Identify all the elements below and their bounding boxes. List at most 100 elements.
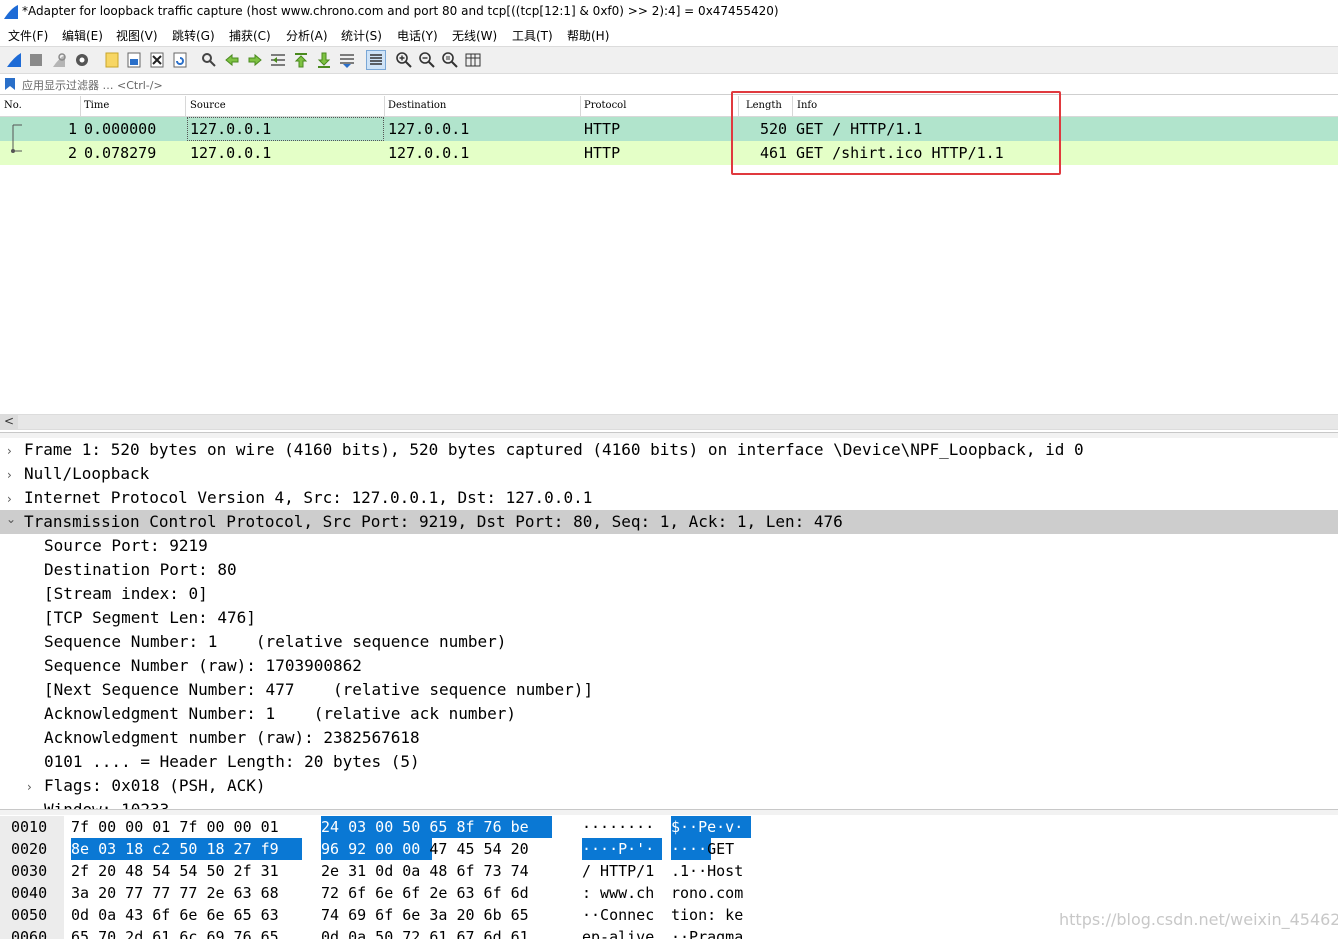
reload-file-button[interactable] [171, 51, 189, 69]
bytes-hex-right: 0d 0a 50 72 61 67 6d 61 [321, 928, 529, 939]
chevron-right-icon[interactable]: › [7, 444, 12, 458]
bytes-offset-cell: 0030 [0, 860, 64, 882]
bytes-row[interactable]: 0020 8e 03 18 c2 50 18 27 f9 96 92 00 00… [0, 838, 1338, 860]
first-packet-button[interactable] [292, 51, 310, 69]
tree-item-label: 0101 .... = Header Length: 20 bytes (5) [44, 752, 420, 771]
bytes-offset: 0050 [11, 906, 48, 924]
tree-item-field[interactable]: Acknowledgment Number: 1 (relative ack n… [0, 702, 1338, 726]
tree-item-field[interactable]: Sequence Number: 1 (relative sequence nu… [0, 630, 1338, 654]
packet-no: 1 [68, 120, 78, 138]
arrow-left-icon [225, 53, 239, 67]
go-back-button[interactable] [223, 51, 241, 69]
zoom-normal-button[interactable] [441, 51, 459, 69]
menu-view[interactable]: 视图(V) [116, 27, 158, 44]
bytes-ascii-left: ep-alive [582, 928, 655, 939]
menu-file[interactable]: 文件(F) [8, 27, 48, 44]
bytes-offset: 0040 [11, 884, 48, 902]
bytes-hex-right: 96 92 00 00 47 45 54 20 [321, 840, 529, 858]
tree-item-field[interactable]: [TCP Segment Len: 476] [0, 606, 1338, 630]
tree-item-null-loopback[interactable]: › Null/Loopback [0, 462, 1338, 486]
shark-fin-icon [7, 53, 21, 67]
zoom-in-button[interactable] [395, 51, 413, 69]
column-divider[interactable] [185, 96, 186, 116]
stop-icon [30, 54, 42, 66]
tree-item-label: Internet Protocol Version 4, Src: 127.0.… [24, 488, 593, 507]
packet-row-2[interactable]: 2 0.078279 127.0.0.1 127.0.0.1 HTTP 461 … [0, 141, 1338, 165]
packet-row-1[interactable]: 1 0.000000 127.0.0.1 127.0.0.1 HTTP 520 … [0, 117, 1338, 141]
column-divider[interactable] [580, 96, 581, 116]
tree-item-label: Destination Port: 80 [44, 560, 237, 579]
bytes-row[interactable]: 0040 3a 20 77 77 77 2e 63 68 72 6f 6e 6f… [0, 882, 1338, 904]
display-filter-bar[interactable]: 应用显示过滤器 … <Ctrl-/> [0, 74, 1338, 95]
tree-item-label: Sequence Number: 1 (relative sequence nu… [44, 632, 507, 651]
tree-item-flags[interactable]: › Flags: 0x018 (PSH, ACK) [0, 774, 1338, 798]
column-divider[interactable] [384, 96, 385, 116]
chevron-right-icon[interactable]: › [7, 492, 12, 506]
tree-item-field[interactable]: Source Port: 9219 [0, 534, 1338, 558]
tree-item-label: Flags: 0x018 (PSH, ACK) [44, 776, 266, 795]
chevron-right-icon[interactable]: › [27, 780, 32, 794]
resize-columns-icon [465, 53, 481, 67]
colorize-button[interactable] [366, 50, 386, 70]
menu-capture[interactable]: 捕获(C) [229, 27, 271, 44]
menu-edit[interactable]: 编辑(E) [62, 27, 103, 44]
tree-item-field[interactable]: Sequence Number (raw): 1703900862 [0, 654, 1338, 678]
packet-no: 2 [68, 144, 78, 162]
chevron-down-icon[interactable]: ⌄ [6, 512, 16, 526]
tree-item-ipv4[interactable]: › Internet Protocol Version 4, Src: 127.… [0, 486, 1338, 510]
column-divider[interactable] [80, 96, 81, 116]
go-forward-button[interactable] [246, 51, 264, 69]
restart-capture-button[interactable] [50, 51, 68, 69]
stop-capture-button[interactable] [27, 51, 45, 69]
menu-statistics[interactable]: 统计(S) [341, 27, 382, 44]
bytes-hex-left: 65 70 2d 61 6c 69 76 65 [71, 928, 279, 939]
autoscroll-button[interactable] [338, 51, 356, 69]
column-header-protocol[interactable]: Protocol [584, 100, 626, 111]
packet-destination: 127.0.0.1 [388, 144, 470, 162]
resize-columns-button[interactable] [464, 51, 482, 69]
column-header-no[interactable]: No. [4, 100, 22, 111]
save-file-button[interactable] [125, 51, 143, 69]
tree-item-label: [Stream index: 0] [44, 584, 208, 603]
menu-analyze[interactable]: 分析(A) [286, 27, 328, 44]
column-header-source[interactable]: Source [190, 100, 226, 111]
open-file-button[interactable] [103, 51, 121, 69]
bytes-row[interactable]: 0010 7f 00 00 01 7f 00 00 01 24 03 00 50… [0, 816, 1338, 838]
zoom-out-button[interactable] [418, 51, 436, 69]
watermark-text: https://blog.csdn.net/weixin_45462681 [1059, 910, 1338, 929]
go-to-packet-button[interactable] [269, 51, 287, 69]
find-packet-button[interactable] [200, 51, 218, 69]
display-filter-input[interactable]: 应用显示过滤器 … <Ctrl-/> [22, 77, 163, 93]
tree-item-field[interactable]: Destination Port: 80 [0, 558, 1338, 582]
bookmark-icon[interactable] [4, 77, 16, 91]
column-header-time[interactable]: Time [84, 100, 109, 111]
tree-item-label: Null/Loopback [24, 464, 150, 483]
tree-item-tcp[interactable]: ⌄ Transmission Control Protocol, Src Por… [0, 510, 1338, 534]
related-packet-icon [11, 141, 22, 153]
menu-telephony[interactable]: 电话(Y) [397, 27, 438, 44]
tree-item-field[interactable]: Acknowledgment number (raw): 2382567618 [0, 726, 1338, 750]
capture-options-button[interactable] [73, 51, 91, 69]
bytes-row[interactable]: 0030 2f 20 48 54 54 50 2f 31 2e 31 0d 0a… [0, 860, 1338, 882]
bytes-offset-cell: 0060 [0, 926, 64, 939]
scroll-left-arrow-icon[interactable]: < [4, 414, 14, 428]
menu-wireless[interactable]: 无线(W) [452, 27, 497, 44]
close-file-button[interactable] [148, 51, 166, 69]
tree-item-field[interactable]: [Next Sequence Number: 477 (relative seq… [0, 678, 1338, 702]
start-capture-button[interactable] [5, 51, 23, 69]
tree-item-field[interactable]: [Stream index: 0] [0, 582, 1338, 606]
scrollbar-thumb[interactable] [18, 415, 1338, 429]
bytes-offset: 0060 [11, 928, 48, 939]
chevron-right-icon[interactable]: › [7, 468, 12, 482]
packet-list-hscrollbar[interactable]: < [0, 414, 1338, 430]
menu-tools[interactable]: 工具(T) [512, 27, 553, 44]
tree-item-frame[interactable]: › Frame 1: 520 bytes on wire (4160 bits)… [0, 438, 1338, 462]
menu-help[interactable]: 帮助(H) [567, 27, 609, 44]
last-packet-button[interactable] [315, 51, 333, 69]
menu-go[interactable]: 跳转(G) [172, 27, 215, 44]
colorize-list-icon [370, 54, 382, 65]
packet-details-tree: › Frame 1: 520 bytes on wire (4160 bits)… [0, 438, 1338, 810]
arrow-right-icon [248, 53, 262, 67]
tree-item-field[interactable]: 0101 .... = Header Length: 20 bytes (5) [0, 750, 1338, 774]
column-header-destination[interactable]: Destination [388, 100, 446, 111]
